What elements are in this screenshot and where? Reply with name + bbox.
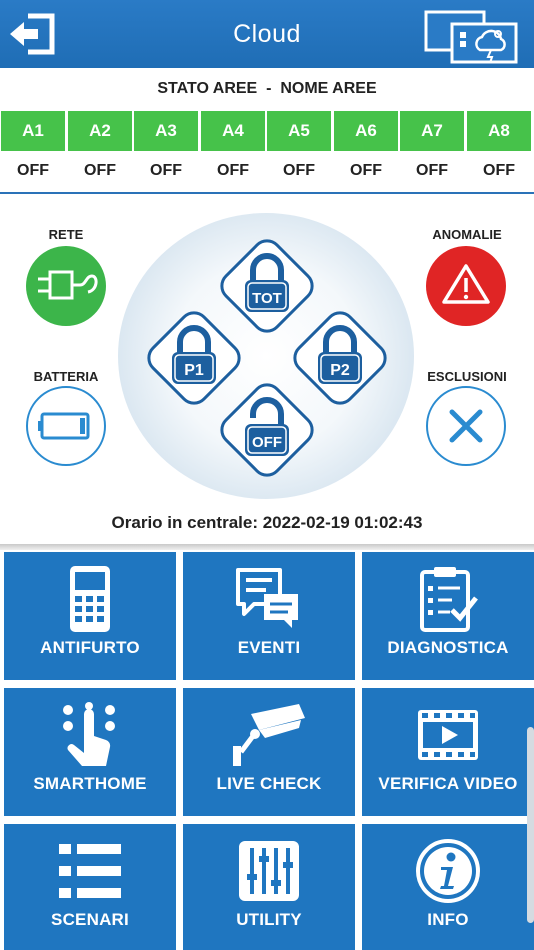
area-label: A1 xyxy=(1,111,65,151)
area-a3[interactable]: A3 OFF xyxy=(134,111,198,191)
batteria-status[interactable] xyxy=(26,386,106,466)
live-check-button[interactable]: LIVE CHECK xyxy=(183,688,355,816)
area-a5[interactable]: A5 OFF xyxy=(267,111,331,191)
area-a4[interactable]: A4 OFF xyxy=(201,111,265,191)
smarthome-button[interactable]: SMARTHOME xyxy=(4,688,176,816)
area-state: OFF xyxy=(150,162,182,179)
antifurto-button[interactable]: ANTIFURTO xyxy=(4,552,176,680)
area-a1[interactable]: A1 OFF xyxy=(1,111,65,191)
lock-off-button[interactable]: OFF xyxy=(207,370,327,490)
area-state: OFF xyxy=(350,162,382,179)
area-state: OFF xyxy=(84,162,116,179)
battery-icon xyxy=(38,412,90,440)
cross-icon xyxy=(449,409,483,443)
cloud-devices-icon xyxy=(424,10,518,64)
area-label: A8 xyxy=(467,111,531,151)
clipboard-check-icon xyxy=(420,567,478,632)
tile-label: SCENARI xyxy=(51,910,129,929)
chat-events-icon xyxy=(236,568,298,628)
lock-p1-label: P1 xyxy=(184,362,204,379)
anomalie-label: ANOMALIE xyxy=(432,227,502,242)
tile-label: DIAGNOSTICA xyxy=(387,638,509,657)
rete-status[interactable] xyxy=(26,246,106,326)
area-label: A7 xyxy=(400,111,464,151)
esclusioni-status[interactable] xyxy=(426,386,506,466)
area-a8[interactable]: A8 OFF xyxy=(467,111,531,191)
keypad-remote-icon xyxy=(70,566,110,632)
utility-button[interactable]: UTILITY xyxy=(183,824,355,950)
video-film-icon xyxy=(418,710,478,760)
areas-title: STATO AREE - NOME AREE xyxy=(157,80,377,97)
diagnostica-button[interactable]: DIAGNOSTICA xyxy=(362,552,534,680)
verifica-video-button[interactable]: VERIFICA VIDEO xyxy=(362,688,534,816)
divider xyxy=(0,192,534,194)
tile-label: ANTIFURTO xyxy=(40,638,140,657)
area-state: OFF xyxy=(217,162,249,179)
open-padlock-icon: OFF xyxy=(220,383,314,477)
cctv-camera-icon xyxy=(233,704,305,766)
batteria-label: BATTERIA xyxy=(33,369,99,384)
area-label: A5 xyxy=(267,111,331,151)
lock-off-label: OFF xyxy=(252,434,282,451)
anomalie-status[interactable] xyxy=(426,246,506,326)
app-header: Cloud xyxy=(0,0,534,68)
area-a7[interactable]: A7 OFF xyxy=(400,111,464,191)
area-label: A2 xyxy=(68,111,132,151)
area-state: OFF xyxy=(416,162,448,179)
info-button[interactable]: INFO xyxy=(362,824,534,950)
tile-label: VERIFICA VIDEO xyxy=(378,774,518,793)
areas-row: A1 OFF A2 OFF A3 OFF A4 OFF A5 OFF A6 OF… xyxy=(1,111,534,191)
area-state: OFF xyxy=(17,162,49,179)
central-clock: Orario in centrale: 2022-02-19 01:02:43 xyxy=(111,513,423,532)
esclusioni-label: ESCLUSIONI xyxy=(427,369,507,384)
tile-label: LIVE CHECK xyxy=(216,774,322,793)
sliders-icon xyxy=(239,841,299,901)
area-a6[interactable]: A6 OFF xyxy=(334,111,398,191)
scrollbar[interactable] xyxy=(527,727,534,923)
area-state: OFF xyxy=(483,162,515,179)
touch-hand-icon xyxy=(63,702,115,766)
area-label: A3 xyxy=(134,111,198,151)
list-icon xyxy=(59,844,121,898)
tile-label: EVENTI xyxy=(237,638,301,657)
eventi-button[interactable]: EVENTI xyxy=(183,552,355,680)
scenari-button[interactable]: SCENARI xyxy=(4,824,176,950)
plug-icon xyxy=(38,270,98,300)
tile-label: SMARTHOME xyxy=(33,774,147,793)
area-state: OFF xyxy=(283,162,315,179)
divider xyxy=(0,544,534,550)
area-a2[interactable]: A2 OFF xyxy=(68,111,132,191)
lock-p2-label: P2 xyxy=(330,362,350,379)
info-icon xyxy=(416,839,480,903)
rete-label: RETE xyxy=(48,227,84,242)
warning-icon xyxy=(442,264,490,304)
area-label: A6 xyxy=(334,111,398,151)
tile-label: UTILITY xyxy=(236,910,302,929)
cloud-button[interactable] xyxy=(424,10,520,64)
area-label: A4 xyxy=(201,111,265,151)
tile-label: INFO xyxy=(427,910,469,929)
lock-tot-label: TOT xyxy=(252,290,282,307)
